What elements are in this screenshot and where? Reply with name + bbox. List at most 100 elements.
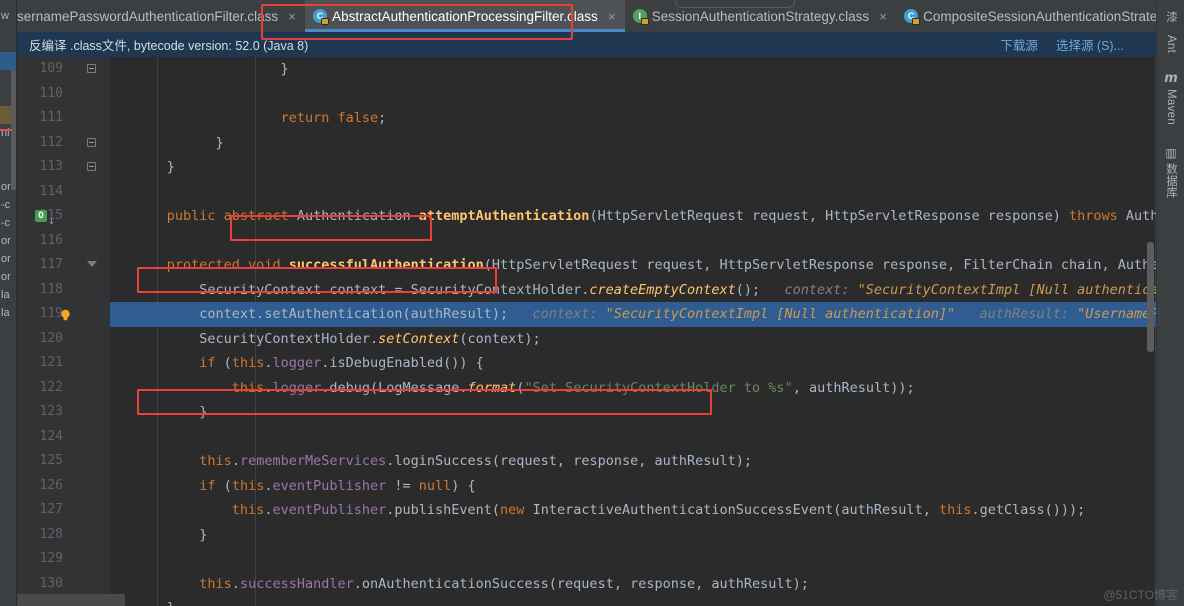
gutter-line[interactable]: 122 [17, 376, 110, 401]
gutter-line[interactable]: 112 [17, 131, 110, 156]
intention-bulb-icon[interactable] [59, 307, 72, 321]
project-tree-row[interactable]: -c [0, 196, 17, 214]
code-line[interactable]: this.rememberMeServices.loginSuccess(req… [110, 449, 1156, 474]
implemented-method-icon[interactable]: O [35, 210, 47, 222]
code-token: this [938, 502, 972, 518]
gutter-line[interactable]: 113 [17, 155, 110, 180]
notification-message: 反编译 .class文件, bytecode version: 52.0 (Ja… [29, 39, 309, 53]
fold-marker[interactable] [83, 253, 99, 278]
code-line[interactable]: protected void successfulAuthentication(… [110, 253, 1156, 278]
line-number: 111 [39, 110, 63, 125]
gutter-line[interactable]: 110 [17, 82, 110, 107]
gutter-line[interactable]: 120 [17, 327, 110, 352]
code-line[interactable] [110, 180, 1156, 205]
code-line[interactable]: if (this.logger.isDebugEnabled()) { [110, 351, 1156, 376]
project-tree-row[interactable]: or [0, 268, 17, 286]
gutter-line[interactable]: 114 [17, 180, 110, 205]
line-number: 123 [39, 404, 63, 419]
code-line[interactable]: SecurityContext context = SecurityContex… [110, 278, 1156, 303]
project-tree-row[interactable]: or [0, 250, 17, 268]
project-tree-row[interactable] [0, 34, 17, 52]
code-line[interactable]: } [110, 131, 1156, 156]
gutter-line[interactable]: 116 [17, 229, 110, 254]
code-line[interactable]: SecurityContextHolder.setContext(context… [110, 327, 1156, 352]
gutter-line[interactable]: 127 [17, 498, 110, 523]
project-tree-row[interactable]: or [0, 232, 17, 250]
project-tree-row[interactable] [0, 52, 17, 70]
project-tree-row[interactable]: -c [0, 214, 17, 232]
gutter-line[interactable]: 126 [17, 474, 110, 499]
decompiled-class-notification-bar: 反编译 .class文件, bytecode version: 52.0 (Ja… [17, 32, 1156, 57]
code-token: successHandler [239, 575, 354, 592]
fold-marker[interactable] [83, 131, 99, 156]
code-line[interactable]: } [110, 400, 1156, 425]
code-editor[interactable]: 109 110 111 112 113 114 115 O ↓ 116 117 118 119 120 12… [17, 57, 1156, 606]
search-everywhere-pill[interactable] [675, 0, 795, 8]
gutter-line[interactable]: 115 O ↓ [17, 204, 110, 229]
gutter-line[interactable]: 119 [17, 302, 110, 327]
fold-marker[interactable] [83, 155, 99, 180]
tab-close-icon[interactable]: × [286, 9, 298, 24]
gutter-line[interactable]: 125 [17, 449, 110, 474]
code-line[interactable]: } [110, 523, 1156, 548]
code-line[interactable] [110, 229, 1156, 254]
gutter-line[interactable]: 109 [17, 57, 110, 82]
editor-gutter[interactable]: 109 110 111 112 113 114 115 O ↓ 116 117 118 119 120 12… [17, 57, 110, 606]
gutter-line[interactable]: 129 [17, 547, 110, 572]
fold-region-icon[interactable] [86, 162, 96, 171]
editor-code-area[interactable]: } return false; } } public abstract Auth… [110, 57, 1156, 606]
code-line[interactable]: if (this.eventPublisher != null) { [110, 474, 1156, 499]
gradle-label: 漆 [1165, 11, 1177, 23]
code-line[interactable] [110, 82, 1156, 107]
code-line[interactable]: this.logger.debug(LogMessage.format("Set… [110, 376, 1156, 401]
tab-close-icon[interactable]: × [606, 9, 618, 24]
project-tree-row[interactable]: la [0, 304, 17, 322]
gutter-line[interactable]: 124 [17, 425, 110, 450]
code-line[interactable]: } [110, 155, 1156, 180]
gutter-line[interactable]: 118 [17, 278, 110, 303]
code-token: . [231, 575, 240, 592]
tab-close-icon[interactable]: × [877, 9, 889, 24]
sidebar-item-database[interactable]: ▥ 数据库 [1157, 142, 1184, 203]
code-line[interactable]: return false; [110, 106, 1156, 131]
code-line[interactable]: } [110, 596, 1156, 606]
code-line[interactable]: context.setAuthentication(authResult); c… [110, 302, 1156, 327]
project-tool-window-sliver[interactable]: w nl or -c -c or or or la la [0, 0, 17, 606]
sidebar-item-maven[interactable]: m Maven [1157, 68, 1184, 130]
download-sources-link[interactable]: 下载源 [1000, 35, 1038, 54]
gutter-line[interactable]: 123 [17, 400, 110, 425]
intellij-idea-window: sernamePasswordAuthenticationFilter.clas… [0, 0, 1184, 606]
code-line[interactable]: this.successHandler.onAuthenticationSucc… [110, 572, 1156, 597]
code-token: ; [378, 110, 387, 126]
fold-region-icon[interactable] [86, 137, 96, 147]
choose-sources-link[interactable]: 选择源 (S)... [1056, 35, 1124, 54]
gutter-line[interactable]: 121 [17, 351, 110, 376]
code-line[interactable]: } [110, 57, 1156, 82]
sidebar-item-ant[interactable]: Ant [1157, 28, 1184, 58]
fold-region-icon[interactable] [86, 64, 96, 73]
project-tree-row[interactable]: la [0, 286, 17, 304]
code-line[interactable]: public abstract Authentication attemptAu… [110, 204, 1156, 229]
gutter-line[interactable]: 117 [17, 253, 110, 278]
gutter-line[interactable]: 128 [17, 523, 110, 548]
notification-actions: 下载源 选择源 (S)... [1000, 35, 1146, 54]
fold-collapse-icon[interactable] [86, 260, 97, 269]
editor-vertical-scrollbar[interactable] [1147, 242, 1154, 352]
tab-username-password-authentication-filter[interactable]: sernamePasswordAuthenticationFilter.clas… [17, 0, 305, 32]
tab-abstract-authentication-processing-filter[interactable]: C AbstractAuthenticationProcessingFilter… [305, 0, 625, 32]
code-line[interactable] [110, 425, 1156, 450]
tab-label: SessionAuthenticationStrategy.class [651, 8, 870, 24]
code-line[interactable] [110, 547, 1156, 572]
gutter-line[interactable]: 111 [17, 106, 110, 131]
code-token: this [231, 379, 265, 396]
sidebar-item-gradle[interactable]: 漆 [1157, 4, 1184, 28]
gutter-line[interactable]: 130 [17, 572, 110, 597]
fold-marker[interactable] [83, 57, 99, 82]
tab-composite-session-authentication-strategy[interactable]: C CompositeSessionAuthenticationStrategy… [896, 0, 1184, 32]
code-line[interactable]: this.eventPublisher.publishEvent(new Int… [110, 498, 1156, 523]
code-token: (HttpServletRequest request, HttpServlet… [589, 208, 1069, 224]
panel-divider [16, 0, 17, 606]
